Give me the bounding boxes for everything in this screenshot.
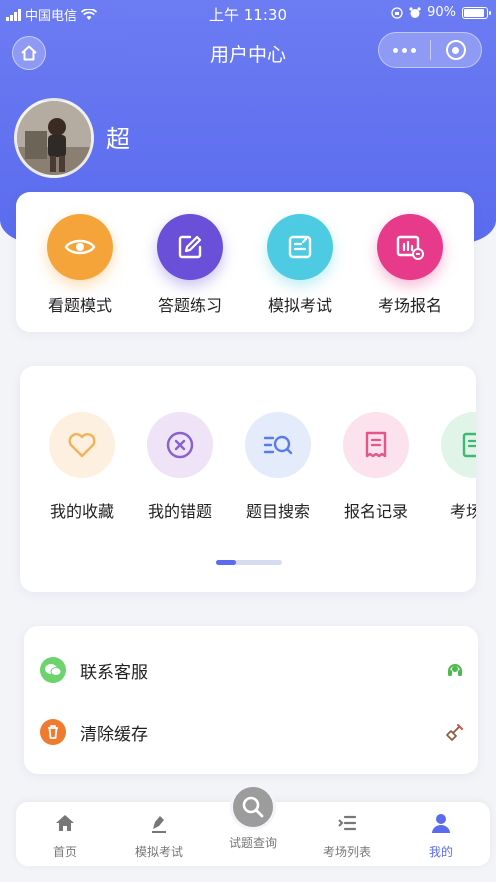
tool-label: 我的错题 xyxy=(147,502,212,521)
tab-mine[interactable]: 我的 xyxy=(396,812,486,860)
exam-icon xyxy=(267,214,333,280)
pen-icon xyxy=(152,816,166,833)
tab-exam-rooms[interactable]: 考场列表 xyxy=(302,812,392,860)
edit-icon xyxy=(157,214,223,280)
register-icon xyxy=(377,214,443,280)
quick-action-practice[interactable]: 答题练习 xyxy=(140,214,240,316)
nav-bar: 用户中心 xyxy=(0,30,496,72)
alarm-icon xyxy=(409,6,421,18)
tab-label: 考场列表 xyxy=(322,845,371,859)
miniprogram-capsule xyxy=(378,32,482,68)
eye-icon xyxy=(47,214,113,280)
tool-label: 我的收藏 xyxy=(49,502,114,521)
tab-label: 我的 xyxy=(428,845,453,859)
row-label: 联系客服 xyxy=(80,662,148,683)
quick-action-label: 模拟考试 xyxy=(267,296,332,315)
quick-action-label: 答题练习 xyxy=(157,296,222,315)
tab-mock-exam[interactable]: 模拟考试 xyxy=(114,812,204,860)
tab-label: 首页 xyxy=(52,845,77,859)
tab-home[interactable]: 首页 xyxy=(20,812,110,860)
status-right: 90% xyxy=(391,5,491,20)
quick-action-register[interactable]: 考场报名 xyxy=(360,214,460,316)
tool-favorites[interactable]: 我的收藏 xyxy=(32,412,132,522)
rotation-lock-icon xyxy=(391,6,403,19)
tab-question-search[interactable]: 试题查询 xyxy=(208,828,298,851)
close-circle-icon xyxy=(147,412,213,478)
quick-action-view-mode[interactable]: 看题模式 xyxy=(30,214,130,316)
row-label: 清除缓存 xyxy=(80,724,148,745)
tool-label: 题目搜索 xyxy=(245,502,310,521)
avatar-photo xyxy=(17,101,91,175)
tool-wrong-answers[interactable]: 我的错题 xyxy=(130,412,230,522)
wechat-icon xyxy=(40,657,66,683)
carousel-indicator xyxy=(216,560,282,565)
trash-icon xyxy=(40,719,66,745)
tool-label: 报名记录 xyxy=(343,502,408,521)
list-indent-icon xyxy=(338,815,357,831)
avatar[interactable] xyxy=(14,98,94,178)
quick-action-label: 考场报名 xyxy=(377,296,442,315)
tool-registration-records[interactable]: 报名记录 xyxy=(326,412,426,522)
tool-exam-rooms[interactable]: 考场人 xyxy=(424,412,476,522)
battery-percent: 90% xyxy=(427,5,456,20)
headset-icon xyxy=(448,664,462,676)
more-button[interactable] xyxy=(379,33,430,67)
broom-icon xyxy=(446,724,463,741)
more-dots-icon xyxy=(392,47,416,53)
clear-cache-row[interactable]: 清除缓存 xyxy=(40,712,464,752)
tab-label: 试题查询 xyxy=(228,836,277,850)
battery-icon xyxy=(462,6,491,19)
heart-icon xyxy=(49,412,115,478)
contact-support-row[interactable]: 联系客服 xyxy=(40,650,464,690)
profile-section: 超 xyxy=(14,98,130,178)
search-list-icon xyxy=(245,412,311,478)
search-fab-button[interactable] xyxy=(230,784,276,830)
receipt-icon xyxy=(343,412,409,478)
list-icon xyxy=(441,412,476,478)
target-icon xyxy=(445,40,466,60)
home-icon xyxy=(56,815,74,831)
user-icon xyxy=(432,814,450,833)
quick-action-label: 看题模式 xyxy=(47,296,112,315)
tab-bar: 首页 模拟考试 试题查询 考场列表 我的 xyxy=(16,784,490,866)
status-bar: 中国电信 上午 11:30 90% xyxy=(0,0,496,26)
settings-card: 联系客服 清除缓存 xyxy=(24,626,478,774)
quick-actions-card: 看题模式 答题练习 模拟考试 考场报名 xyxy=(16,192,474,332)
search-icon xyxy=(242,796,264,818)
tool-search-questions[interactable]: 题目搜索 xyxy=(228,412,328,522)
tool-label: 考场人 xyxy=(449,502,476,521)
quick-action-mock-exam[interactable]: 模拟考试 xyxy=(250,214,350,316)
username: 超 xyxy=(106,124,130,153)
tools-card: 我的收藏 我的错题 题目搜索 报名记录 考场人 xyxy=(20,366,476,592)
close-miniprogram-button[interactable] xyxy=(431,33,482,67)
tab-label: 模拟考试 xyxy=(134,845,183,859)
